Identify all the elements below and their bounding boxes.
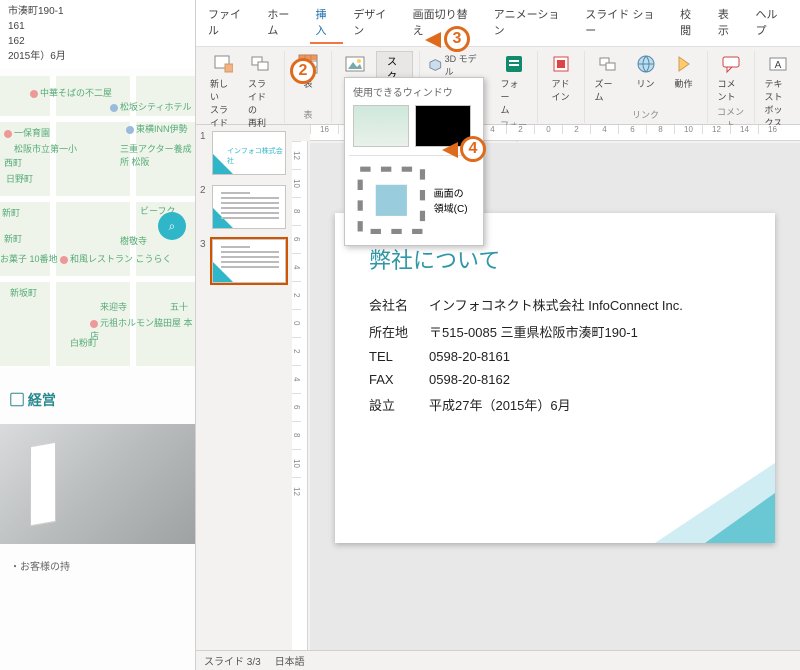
info-label: 設立 bbox=[369, 395, 429, 414]
map-marker-icon: ⌕ bbox=[158, 212, 186, 240]
bg-foot: ・お客様の持 bbox=[0, 554, 199, 577]
thumb-number: 2 bbox=[200, 185, 208, 196]
comment-button[interactable]: コメント bbox=[714, 51, 748, 105]
info-value: インフォコネクト株式会社 InfoConnect Inc. bbox=[429, 295, 683, 314]
ribbon: 新しい スライド スライドの 再利用 スライド 表 表 bbox=[196, 47, 800, 125]
info-row: 所在地〒515-0085 三重県松阪市湊町190-1 bbox=[369, 322, 741, 341]
info-row: FAX0598-20-8162 bbox=[369, 372, 741, 387]
slide[interactable]: 弊社について 会社名インフォコネクト株式会社 InfoConnect Inc.所… bbox=[335, 213, 775, 543]
info-label: 所在地 bbox=[369, 322, 429, 341]
group-label-table: 表 bbox=[303, 108, 312, 123]
menu-design[interactable]: デザイン bbox=[347, 2, 402, 44]
menu-review[interactable]: 校閲 bbox=[674, 2, 708, 44]
annotation-4: 4 bbox=[460, 136, 486, 162]
info-value: 0598-20-8161 bbox=[429, 349, 510, 364]
group-label-link: リンク bbox=[632, 108, 659, 123]
bg-heading: ▢ 経営 bbox=[0, 384, 199, 416]
bg-addr: 市湊町190-1 bbox=[8, 4, 191, 19]
background-window: 市湊町190-1 161 162 2015年）6月 中華そばの不二屋 松坂シティ… bbox=[0, 0, 200, 670]
info-row: 設立平成27年（2015年）6月 bbox=[369, 395, 741, 414]
menu-view[interactable]: 表示 bbox=[712, 2, 746, 44]
menu-help[interactable]: ヘルプ bbox=[750, 2, 795, 44]
slide-thumb-3[interactable] bbox=[212, 239, 286, 283]
textbox-button[interactable]: A テキスト ボックス bbox=[761, 51, 795, 131]
textbox-icon: A bbox=[767, 53, 789, 75]
bg-tel: 161 bbox=[8, 19, 191, 34]
thumb-number: 3 bbox=[200, 239, 208, 250]
annotation-arrow-3 bbox=[425, 32, 441, 48]
window-thumb-1[interactable] bbox=[353, 105, 409, 147]
svg-text:A: A bbox=[774, 60, 781, 71]
bg-est: 2015年）6月 bbox=[8, 49, 191, 64]
menu-bar: ファイル ホーム 挿入 デザイン 画面切り替え アニメーション スライド ショー… bbox=[196, 0, 800, 47]
bg-info-block: 市湊町190-1 161 162 2015年）6月 bbox=[0, 0, 199, 68]
info-row: 会社名インフォコネクト株式会社 InfoConnect Inc. bbox=[369, 295, 741, 314]
bg-photo bbox=[0, 424, 199, 544]
slide-thumb-2[interactable] bbox=[212, 185, 286, 229]
action-button[interactable]: 動作 bbox=[667, 51, 701, 105]
new-slide-icon bbox=[212, 53, 234, 75]
cube-icon bbox=[429, 58, 442, 72]
info-label: 会社名 bbox=[369, 295, 429, 314]
info-label: FAX bbox=[369, 372, 429, 387]
comment-icon bbox=[720, 53, 742, 75]
dropdown-section-label: 使用できるウィンドウ bbox=[349, 82, 479, 101]
bg-fax: 162 bbox=[8, 34, 191, 49]
info-value: 0598-20-8162 bbox=[429, 372, 510, 387]
status-bar: スライド 3/3 日本語 bbox=[196, 650, 800, 670]
info-row: TEL0598-20-8161 bbox=[369, 349, 741, 364]
slide-thumb-1[interactable]: インフォコ株式会社 bbox=[212, 131, 286, 175]
zoom-button[interactable]: ズーム bbox=[591, 51, 625, 105]
slide-title: 弊社について bbox=[369, 243, 741, 275]
forms-icon bbox=[503, 53, 525, 75]
addin-icon bbox=[550, 53, 572, 75]
annotation-2: 2 bbox=[290, 58, 316, 84]
3d-model-button[interactable]: 3D モデル bbox=[426, 51, 485, 79]
image-icon bbox=[344, 53, 366, 75]
work-area: 1 インフォコ株式会社 2 3 bbox=[196, 125, 800, 650]
menu-slideshow[interactable]: スライド ショー bbox=[579, 2, 670, 44]
menu-animations[interactable]: アニメーション bbox=[488, 2, 576, 44]
clip-icon bbox=[355, 164, 428, 237]
screen-clipping-item[interactable]: 画面の領域(C) bbox=[349, 160, 479, 241]
status-language: 日本語 bbox=[275, 653, 305, 668]
reuse-slide-icon bbox=[250, 53, 272, 75]
menu-home[interactable]: ホーム bbox=[261, 2, 305, 44]
forms-button[interactable]: フォー ム bbox=[497, 51, 531, 118]
bg-map: 中華そばの不二屋 松坂シティホテル 一保育園 東横INN伊勢 松阪市立第一小 西… bbox=[0, 76, 199, 366]
powerpoint-window: ファイル ホーム 挿入 デザイン 画面切り替え アニメーション スライド ショー… bbox=[195, 0, 800, 670]
ruler-vertical: 12108642024681012 bbox=[292, 141, 308, 650]
link-icon bbox=[635, 53, 657, 75]
link-button[interactable]: リン bbox=[629, 51, 663, 105]
zoom-icon bbox=[597, 53, 619, 75]
action-icon bbox=[673, 53, 695, 75]
info-value: 〒515-0085 三重県松阪市湊町190-1 bbox=[429, 322, 638, 341]
annotation-3: 3 bbox=[444, 26, 470, 52]
info-value: 平成27年（2015年）6月 bbox=[429, 395, 571, 414]
screenshot-dropdown: 使用できるウィンドウ 画面の領域(C) bbox=[344, 77, 484, 246]
menu-file[interactable]: ファイル bbox=[202, 2, 257, 44]
annotation-arrow-4 bbox=[442, 142, 458, 158]
menu-insert[interactable]: 挿入 bbox=[310, 2, 344, 44]
addin-button[interactable]: アド イン bbox=[544, 51, 578, 105]
info-label: TEL bbox=[369, 349, 429, 364]
status-slide-count: スライド 3/3 bbox=[204, 653, 261, 668]
slide-thumbnail-panel: 1 インフォコ株式会社 2 3 bbox=[196, 125, 292, 650]
